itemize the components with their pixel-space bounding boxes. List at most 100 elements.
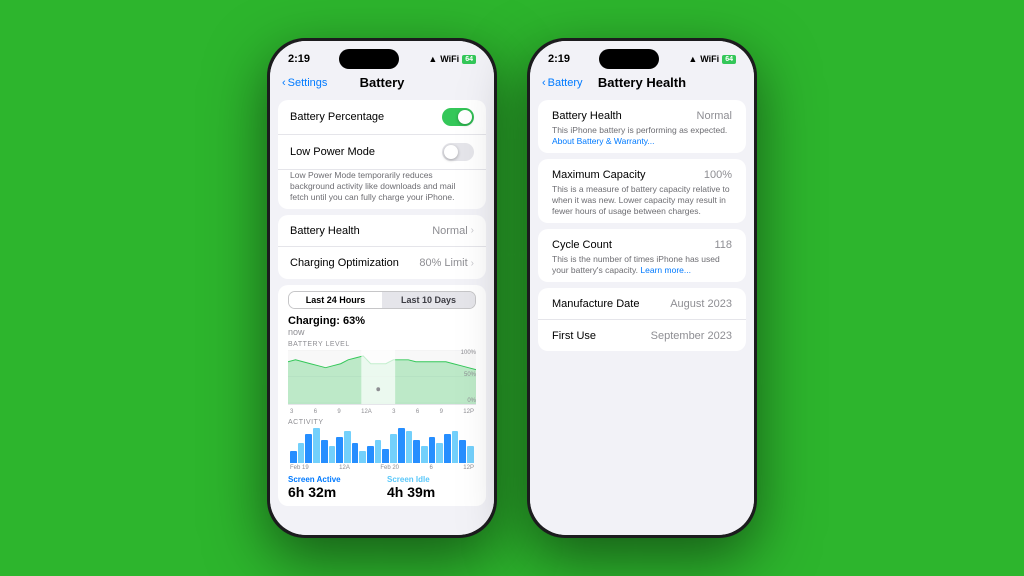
activity-bar	[375, 440, 382, 463]
toggle-section: Battery Percentage Low Power Mode Low Po…	[278, 100, 486, 209]
low-power-toggle[interactable]	[442, 143, 474, 161]
tab-24h[interactable]: Last 24 Hours	[289, 292, 382, 308]
max-capacity-title: Maximum Capacity	[552, 169, 646, 181]
charging-opt-label: Charging Optimization	[290, 257, 399, 269]
nav-bar-2: ‹ Battery Battery Health	[530, 71, 754, 94]
first-use-row: First Use September 2023	[538, 320, 746, 351]
battery-health-section: Battery Health Normal This iPhone batter…	[538, 100, 746, 153]
dynamic-island-2	[599, 49, 659, 69]
battery-chart: 100% 50% 0%	[288, 350, 476, 405]
battery-percentage-toggle[interactable]	[442, 108, 474, 126]
screen-active-value: 6h 32m	[288, 484, 377, 500]
chevron-icon-2: ›	[471, 258, 474, 269]
y-50: 50%	[464, 372, 476, 378]
y-0: 0%	[467, 398, 476, 404]
manufacture-date-header: Manufacture Date August 2023	[552, 298, 732, 310]
screen-idle-stat: Screen Idle 4h 39m	[387, 475, 476, 500]
time-tabs[interactable]: Last 24 Hours Last 10 Days	[288, 291, 476, 309]
dates-section: Manufacture Date August 2023 First Use S…	[538, 288, 746, 351]
charging-optimization-row[interactable]: Charging Optimization 80% Limit ›	[278, 247, 486, 279]
screen-idle-value: 4h 39m	[387, 484, 476, 500]
cycle-count-header: Cycle Count 118	[552, 239, 732, 251]
activity-bar	[313, 428, 320, 463]
back-button-1[interactable]: ‹ Settings	[282, 77, 327, 89]
manufacture-date-row: Manufacture Date August 2023	[538, 288, 746, 320]
charging-sub: now	[288, 327, 476, 337]
activity-bar	[390, 434, 397, 463]
activity-bar	[352, 443, 359, 463]
battery-svg	[288, 350, 476, 404]
activity-bar	[398, 428, 405, 463]
status-icons-2: ▲ WiFi 64	[688, 54, 736, 64]
low-power-row[interactable]: Low Power Mode	[278, 135, 486, 170]
content-2: Battery Health Normal This iPhone batter…	[530, 94, 754, 535]
battery-health-row[interactable]: Battery Health Normal ›	[278, 215, 486, 247]
nav-title-1: Battery	[360, 75, 405, 90]
activity-bar	[459, 440, 466, 463]
screen-stats: Screen Active 6h 32m Screen Idle 4h 39m	[288, 475, 476, 500]
low-power-desc: Low Power Mode temporarily reduces backg…	[278, 170, 486, 209]
health-section: Battery Health Normal › Charging Optimiz…	[278, 215, 486, 279]
cycle-count-title: Cycle Count	[552, 239, 612, 251]
activity-bar	[359, 451, 366, 463]
nav-title-2: Battery Health	[598, 75, 686, 90]
activity-bar	[436, 443, 443, 463]
activity-chart	[288, 428, 476, 463]
activity-bar	[329, 446, 336, 464]
activity-bar	[367, 446, 374, 464]
chevron-icon: ›	[471, 225, 474, 236]
battery-warranty-link[interactable]: About Battery & Warranty...	[552, 136, 655, 146]
time-2: 2:19	[548, 53, 570, 65]
cycle-count-row: Cycle Count 118 This is the number of ti…	[538, 229, 746, 282]
battery-percentage-row[interactable]: Battery Percentage	[278, 100, 486, 135]
max-capacity-section: Maximum Capacity 100% This is a measure …	[538, 159, 746, 223]
manufacture-date-title: Manufacture Date	[552, 298, 639, 310]
activity-bar	[321, 440, 328, 463]
x-labels-activity: Feb 19 12A Feb 20 6 12P	[288, 465, 476, 471]
battery-health-value: Normal ›	[432, 225, 474, 237]
charging-opt-value: 80% Limit ›	[419, 257, 474, 269]
max-capacity-row: Maximum Capacity 100% This is a measure …	[538, 159, 746, 223]
battery-icon-2: 64	[722, 55, 736, 64]
tab-10d[interactable]: Last 10 Days	[382, 292, 475, 308]
screen-idle-title: Screen Idle	[387, 475, 476, 484]
y-100: 100%	[461, 350, 476, 356]
activity-bar	[382, 449, 389, 464]
battery-health-val: Normal	[697, 110, 732, 122]
activity-bar	[452, 431, 459, 463]
activity-label: ACTIVITY	[288, 419, 476, 426]
cycle-count-desc: This is the number of times iPhone has u…	[552, 254, 732, 276]
activity-bar	[467, 446, 474, 464]
chevron-left-icon: ‹	[282, 77, 286, 89]
max-capacity-desc: This is a measure of battery capacity re…	[552, 184, 732, 217]
nav-bar-1: ‹ Settings Battery	[270, 71, 494, 94]
screen-active-title: Screen Active	[288, 475, 377, 484]
back-label-1: Settings	[288, 77, 328, 89]
battery-health-info-row: Battery Health Normal This iPhone batter…	[538, 100, 746, 153]
x-labels-battery: 3 6 9 12A 3 6 9 12P	[288, 409, 476, 415]
battery-level-label: BATTERY LEVEL	[288, 341, 476, 348]
activity-bar	[421, 446, 428, 464]
low-power-label: Low Power Mode	[290, 146, 375, 158]
learn-more-link[interactable]: Learn more...	[640, 265, 691, 275]
activity-bar	[336, 437, 343, 463]
wifi-icon-2: WiFi	[700, 54, 719, 64]
content-1: Battery Percentage Low Power Mode Low Po…	[270, 94, 494, 535]
activity-bar	[406, 431, 413, 463]
status-bar-1: 2:19 ▲ WiFi 64	[270, 41, 494, 71]
signal-icon: ▲	[428, 54, 437, 64]
battery-health-label: Battery Health	[290, 225, 360, 237]
time-1: 2:19	[288, 53, 310, 65]
activity-bar	[429, 437, 436, 463]
signal-icon-2: ▲	[688, 54, 697, 64]
phone-2: 2:19 ▲ WiFi 64 ‹ Battery Battery Health	[527, 38, 757, 538]
battery-health-header: Battery Health Normal	[552, 110, 732, 122]
charging-label: Charging: 63%	[288, 315, 476, 327]
back-button-2[interactable]: ‹ Battery	[542, 77, 583, 89]
battery-health-title: Battery Health	[552, 110, 622, 122]
manufacture-date-val: August 2023	[670, 298, 732, 310]
battery-percentage-label: Battery Percentage	[290, 111, 384, 123]
activity-bar	[298, 443, 305, 463]
screen-active-stat: Screen Active 6h 32m	[288, 475, 377, 500]
status-bar-2: 2:19 ▲ WiFi 64	[530, 41, 754, 71]
